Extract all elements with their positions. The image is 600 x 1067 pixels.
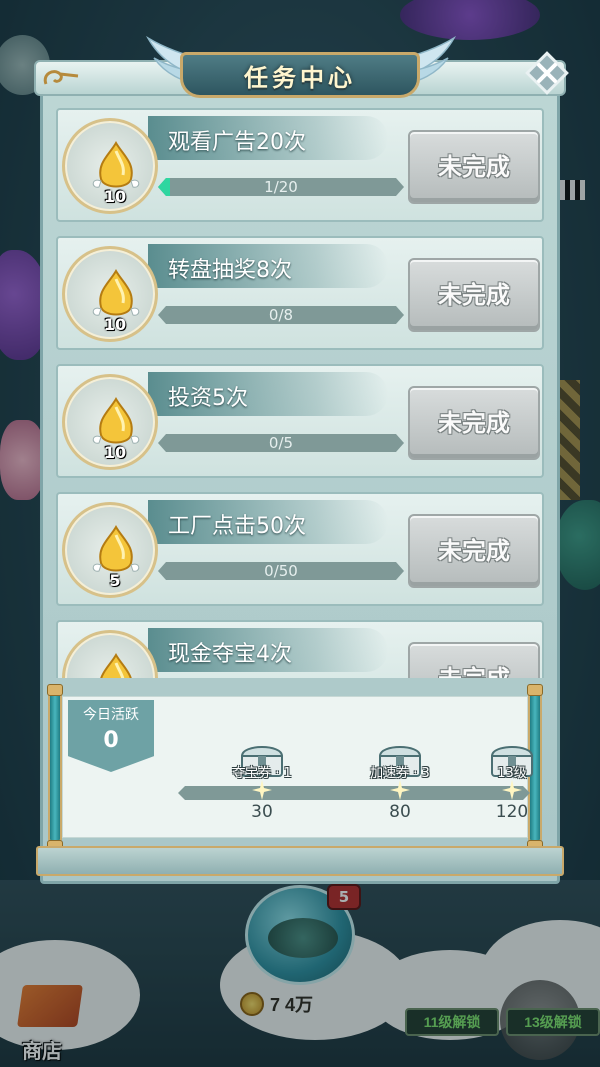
task-status-button[interactable]: 未完成	[408, 642, 540, 678]
task-card: 现金夺宝4次 未完成	[56, 620, 544, 678]
task-name: 工厂点击50次	[168, 514, 306, 539]
task-status-button[interactable]: 未完成	[408, 514, 540, 588]
status-label: 未完成	[410, 644, 538, 678]
reward-amount: 5	[109, 571, 121, 590]
status-label: 未完成	[438, 281, 510, 309]
today-activity-label: 今日活跃	[83, 707, 139, 723]
sparkle-icon	[252, 780, 272, 800]
milestone-value: 30	[251, 802, 273, 822]
task-name: 观看广告20次	[168, 130, 306, 155]
task-card: 10 观看广告20次 1/20 未完成	[56, 108, 544, 222]
milestone-label: 13级	[497, 766, 527, 781]
swirl-ornament-icon	[43, 70, 79, 85]
reward-amount: 10	[103, 187, 127, 206]
reward-badge: 10	[62, 118, 158, 214]
progress-text: 0/50	[264, 562, 298, 580]
reward-amount: 10	[103, 443, 127, 462]
progress-text: 0/8	[268, 306, 294, 324]
reward-amount: 10	[103, 315, 127, 334]
task-status-button[interactable]: 未完成	[408, 258, 540, 332]
task-card: 5 工厂点击50次 0/50 未完成	[56, 492, 544, 606]
milestone-value: 80	[389, 802, 411, 822]
status-label: 未完成	[438, 153, 510, 181]
task-status-button[interactable]: 未完成	[408, 130, 540, 204]
milestone-label: 夺宝券 · 1	[232, 766, 292, 781]
reward-badge: 5	[62, 502, 158, 598]
task-status-button[interactable]: 未完成	[408, 386, 540, 460]
scroll-rod	[48, 692, 62, 842]
sparkle-icon	[390, 780, 410, 800]
task-card: 10 转盘抽奖8次 0/8 未完成	[56, 236, 544, 350]
status-label: 未完成	[438, 537, 510, 565]
task-center-modal: 任务中心 10 观看广告20次 1/20 未完成 10 转盘抽奖8次 0/8 未…	[34, 36, 569, 884]
progress-text: 0/5	[268, 434, 294, 452]
milestone-value: 120	[495, 802, 529, 822]
task-name: 转盘抽奖8次	[168, 258, 292, 283]
activity-progress-track	[178, 786, 530, 800]
close-button[interactable]	[524, 50, 570, 96]
winged-drop-icon	[100, 653, 132, 678]
reward-badge	[62, 630, 158, 678]
task-name: 现金夺宝4次	[168, 642, 292, 667]
milestone-label: 加速券 · 3	[370, 766, 430, 781]
reward-badge: 10	[62, 246, 158, 342]
task-card: 10 投资5次 0/5 未完成	[56, 364, 544, 478]
sparkle-icon	[502, 780, 522, 800]
close-icon	[525, 51, 569, 95]
progress-text: 1/20	[264, 178, 298, 196]
task-list[interactable]: 10 观看广告20次 1/20 未完成 10 转盘抽奖8次 0/8 未完成 10…	[56, 108, 544, 678]
reward-badge: 10	[62, 374, 158, 470]
daily-activity-scroll: 今日活跃 0 夺宝券 · 1 30 加速券 · 3 80 13级 120	[36, 680, 564, 880]
page-title: 任务中心	[244, 64, 356, 92]
status-label: 未完成	[438, 409, 510, 437]
today-activity-value: 0	[103, 728, 119, 753]
task-name: 投资5次	[168, 386, 248, 411]
